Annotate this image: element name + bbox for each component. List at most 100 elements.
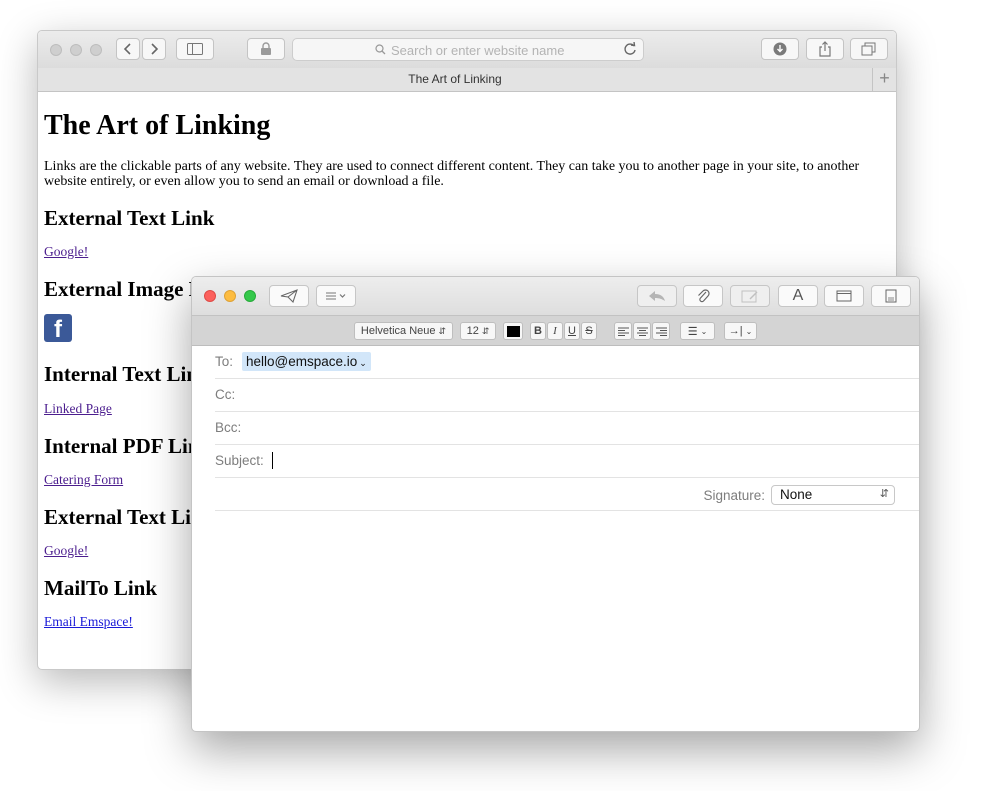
align-center-icon [636, 327, 648, 336]
section-heading: External Text Link [44, 206, 215, 230]
signature-label: Signature: [703, 488, 765, 503]
sidebar-button[interactable] [176, 38, 214, 60]
updown-chevron-icon: ⇵ [481, 325, 490, 336]
mail-zoom-light[interactable] [244, 290, 256, 302]
linked-page-link[interactable]: Linked Page [44, 401, 112, 417]
indent-button[interactable]: →| ⌄ [724, 322, 757, 340]
list-chevron-icon [326, 292, 346, 300]
fonts-button[interactable]: A [778, 285, 818, 307]
tab-title[interactable]: The Art of Linking [38, 72, 872, 86]
text-cursor [272, 452, 273, 469]
list-style-button[interactable]: ☰ ⌄ [680, 322, 715, 340]
subject-label: Subject: [215, 453, 264, 468]
cc-field-row[interactable]: Cc: [215, 379, 919, 412]
bold-button[interactable]: B [530, 322, 546, 340]
photo-browser-icon [836, 290, 852, 302]
bcc-label: Bcc: [215, 420, 242, 435]
underline-button[interactable]: U [564, 322, 580, 340]
italic-button[interactable]: I [547, 322, 563, 340]
chevron-right-icon [151, 43, 159, 55]
tabs-icon [861, 42, 876, 56]
photo-browser-button[interactable] [824, 285, 864, 307]
lock-icon [261, 42, 271, 55]
align-right-icon [655, 327, 667, 336]
section-heading: Internal PDF Link [44, 434, 212, 458]
safari-minimize-light[interactable] [70, 44, 82, 56]
back-button[interactable] [116, 38, 140, 60]
safari-zoom-light[interactable] [90, 44, 102, 56]
signature-select[interactable]: None ⇵ [771, 485, 895, 505]
reload-icon[interactable] [623, 42, 637, 56]
catering-form-link[interactable]: Catering Form [44, 472, 123, 488]
send-icon [280, 289, 298, 303]
stationery-icon [885, 289, 897, 303]
updown-chevron-icon: ⇵ [879, 488, 889, 500]
subject-field-row[interactable]: Subject: [215, 445, 919, 478]
safari-toolbar: Search or enter website name [38, 31, 896, 69]
forward-button[interactable] [142, 38, 166, 60]
paperclip-icon [698, 289, 710, 303]
mail-toolbar: A [192, 277, 919, 315]
font-size-value: 12 [466, 325, 479, 337]
to-field-row[interactable]: To: hello@emspace.io ⌄ [215, 346, 919, 379]
mail-close-light[interactable] [204, 290, 216, 302]
downloads-button[interactable] [761, 38, 799, 60]
markup-icon [741, 290, 758, 303]
recipient-token[interactable]: hello@emspace.io ⌄ [242, 352, 371, 371]
strikethrough-button[interactable]: S [581, 322, 597, 340]
font-a-icon: A [792, 287, 804, 304]
align-right-button[interactable] [652, 322, 670, 340]
chevron-down-icon: ⌄ [700, 326, 708, 336]
stationery-button[interactable] [871, 285, 911, 307]
reply-button[interactable] [637, 285, 677, 307]
mail-compose-window: A Helvetica Neue ⇵ 12 ⇵ B I U S ☰ ⌄ →| ⌄… [191, 276, 920, 732]
cc-label: Cc: [215, 387, 236, 402]
color-swatch [506, 325, 520, 337]
safari-close-light[interactable] [50, 44, 62, 56]
sidebar-icon [187, 43, 203, 55]
new-tab-button[interactable]: + [872, 68, 896, 91]
indent-icon: →| [728, 325, 743, 337]
header-fields-menu-button[interactable] [316, 285, 356, 307]
google-link[interactable]: Google! [44, 543, 88, 559]
address-placeholder: Search or enter website name [391, 43, 565, 58]
font-size-select[interactable]: 12 ⇵ [460, 322, 496, 340]
align-center-button[interactable] [633, 322, 651, 340]
section-heading: MailTo Link [44, 576, 158, 600]
reply-icon [649, 291, 665, 301]
list-icon: ☰ [687, 325, 698, 338]
align-left-icon [617, 327, 629, 336]
bcc-field-row[interactable]: Bcc: [215, 412, 919, 445]
align-left-button[interactable] [614, 322, 632, 340]
chevron-down-icon: ⌄ [745, 326, 753, 336]
chevron-left-icon [123, 43, 131, 55]
share-button[interactable] [806, 38, 844, 60]
section-heading: Internal Text Link [44, 362, 210, 386]
search-icon [375, 44, 386, 55]
signature-row: Signature: None ⇵ [215, 478, 919, 511]
format-bar: Helvetica Neue ⇵ 12 ⇵ B I U S ☰ ⌄ →| ⌄ [192, 315, 919, 346]
google-link[interactable]: Google! [44, 244, 88, 260]
email-link[interactable]: Email Emspace! [44, 614, 133, 630]
recipient-address: hello@emspace.io [246, 354, 358, 369]
privacy-button[interactable] [247, 38, 285, 60]
facebook-icon[interactable]: f [44, 314, 72, 343]
message-body[interactable] [192, 512, 919, 731]
font-family-select[interactable]: Helvetica Neue ⇵ [354, 322, 453, 340]
attach-button[interactable] [683, 285, 723, 307]
text-color-button[interactable] [503, 322, 523, 340]
markup-button[interactable] [730, 285, 770, 307]
share-icon [819, 41, 831, 57]
page-heading: The Art of Linking [44, 110, 271, 141]
send-button[interactable] [269, 285, 309, 307]
page-intro: Links are the clickable parts of any web… [44, 159, 860, 189]
mail-minimize-light[interactable] [224, 290, 236, 302]
safari-tab-bar: The Art of Linking + [38, 68, 896, 92]
download-icon [773, 42, 787, 56]
signature-value: None [780, 487, 813, 502]
address-bar[interactable]: Search or enter website name [292, 38, 644, 61]
font-family-value: Helvetica Neue [360, 325, 436, 337]
chevron-down-icon: ⌄ [359, 358, 367, 368]
tabs-overview-button[interactable] [850, 38, 888, 60]
to-label: To: [215, 354, 234, 369]
